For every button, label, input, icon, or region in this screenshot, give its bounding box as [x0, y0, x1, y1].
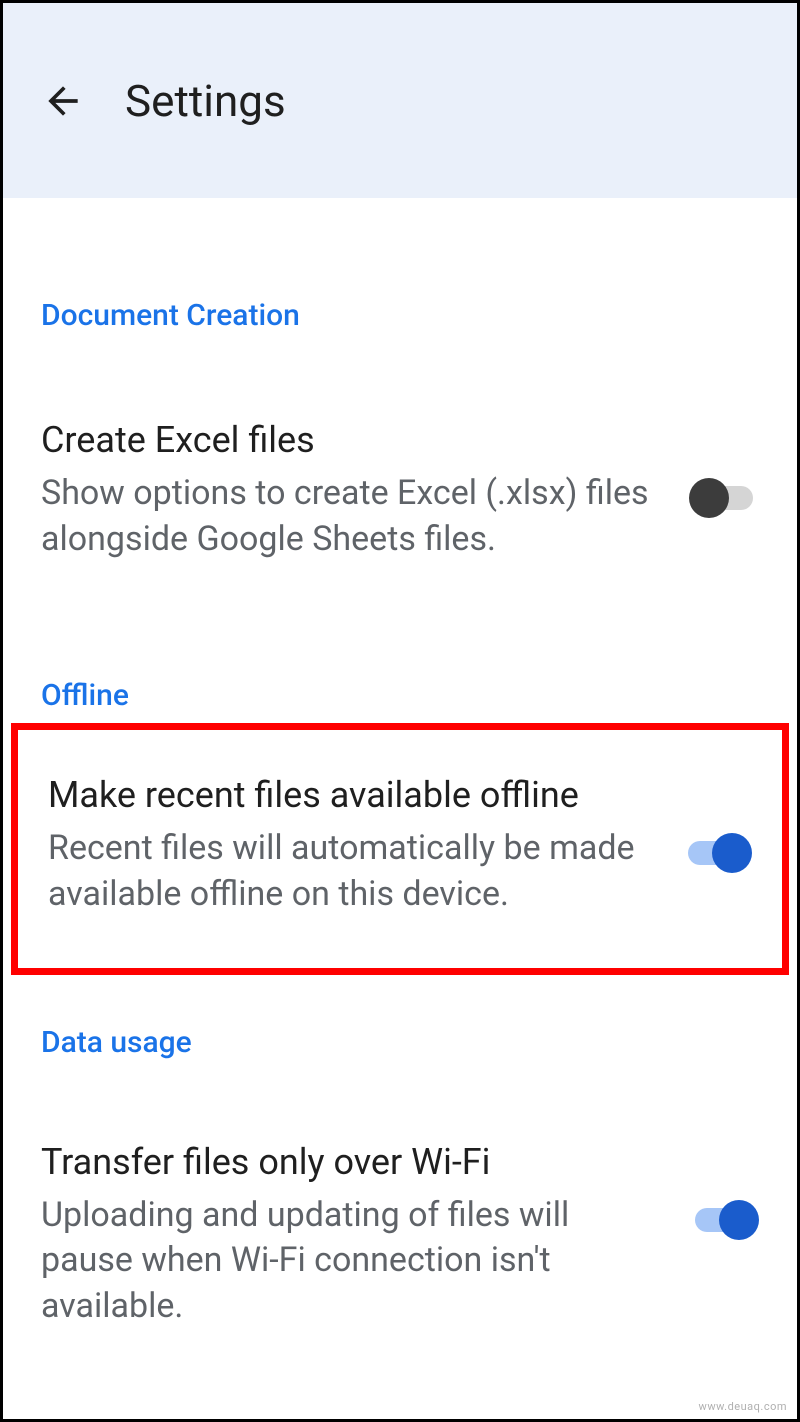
toggle-thumb: [689, 478, 729, 518]
setting-wifi-transfer[interactable]: Transfer files only over Wi-Fi Uploading…: [41, 1115, 759, 1356]
setting-offline-files[interactable]: Make recent files available offline Rece…: [18, 748, 782, 943]
setting-text: Make recent files available offline Rece…: [48, 773, 642, 918]
section-header-data-usage: Data usage: [41, 1025, 759, 1060]
toggle-thumb: [712, 833, 752, 873]
setting-text: Transfer files only over Wi-Fi Uploading…: [41, 1140, 649, 1331]
setting-create-excel-files[interactable]: Create Excel files Show options to creat…: [41, 393, 759, 588]
settings-content: Document Creation Create Excel files Sho…: [3, 298, 797, 1355]
setting-title: Transfer files only over Wi-Fi: [41, 1140, 649, 1185]
toggle-thumb: [719, 1200, 759, 1240]
setting-title: Create Excel files: [41, 418, 649, 463]
setting-text: Create Excel files Show options to creat…: [41, 418, 649, 563]
app-header: Settings: [3, 3, 797, 198]
back-button[interactable]: [41, 79, 85, 123]
highlight-box: Make recent files available offline Rece…: [11, 723, 789, 975]
section-header-offline: Offline: [41, 678, 759, 713]
setting-desc: Recent files will automatically be made …: [48, 826, 642, 918]
setting-title: Make recent files available offline: [48, 773, 642, 818]
section-header-document-creation: Document Creation: [41, 298, 759, 333]
toggle-create-excel-files[interactable]: [689, 478, 759, 518]
arrow-left-icon: [41, 79, 85, 123]
setting-desc: Uploading and updating of files will pau…: [41, 1193, 649, 1331]
page-title: Settings: [125, 75, 286, 127]
watermark: www.deuaq.com: [699, 1400, 787, 1413]
toggle-wifi-transfer[interactable]: [689, 1200, 759, 1240]
setting-desc: Show options to create Excel (.xlsx) fil…: [41, 471, 649, 563]
toggle-offline-files[interactable]: [682, 833, 752, 873]
